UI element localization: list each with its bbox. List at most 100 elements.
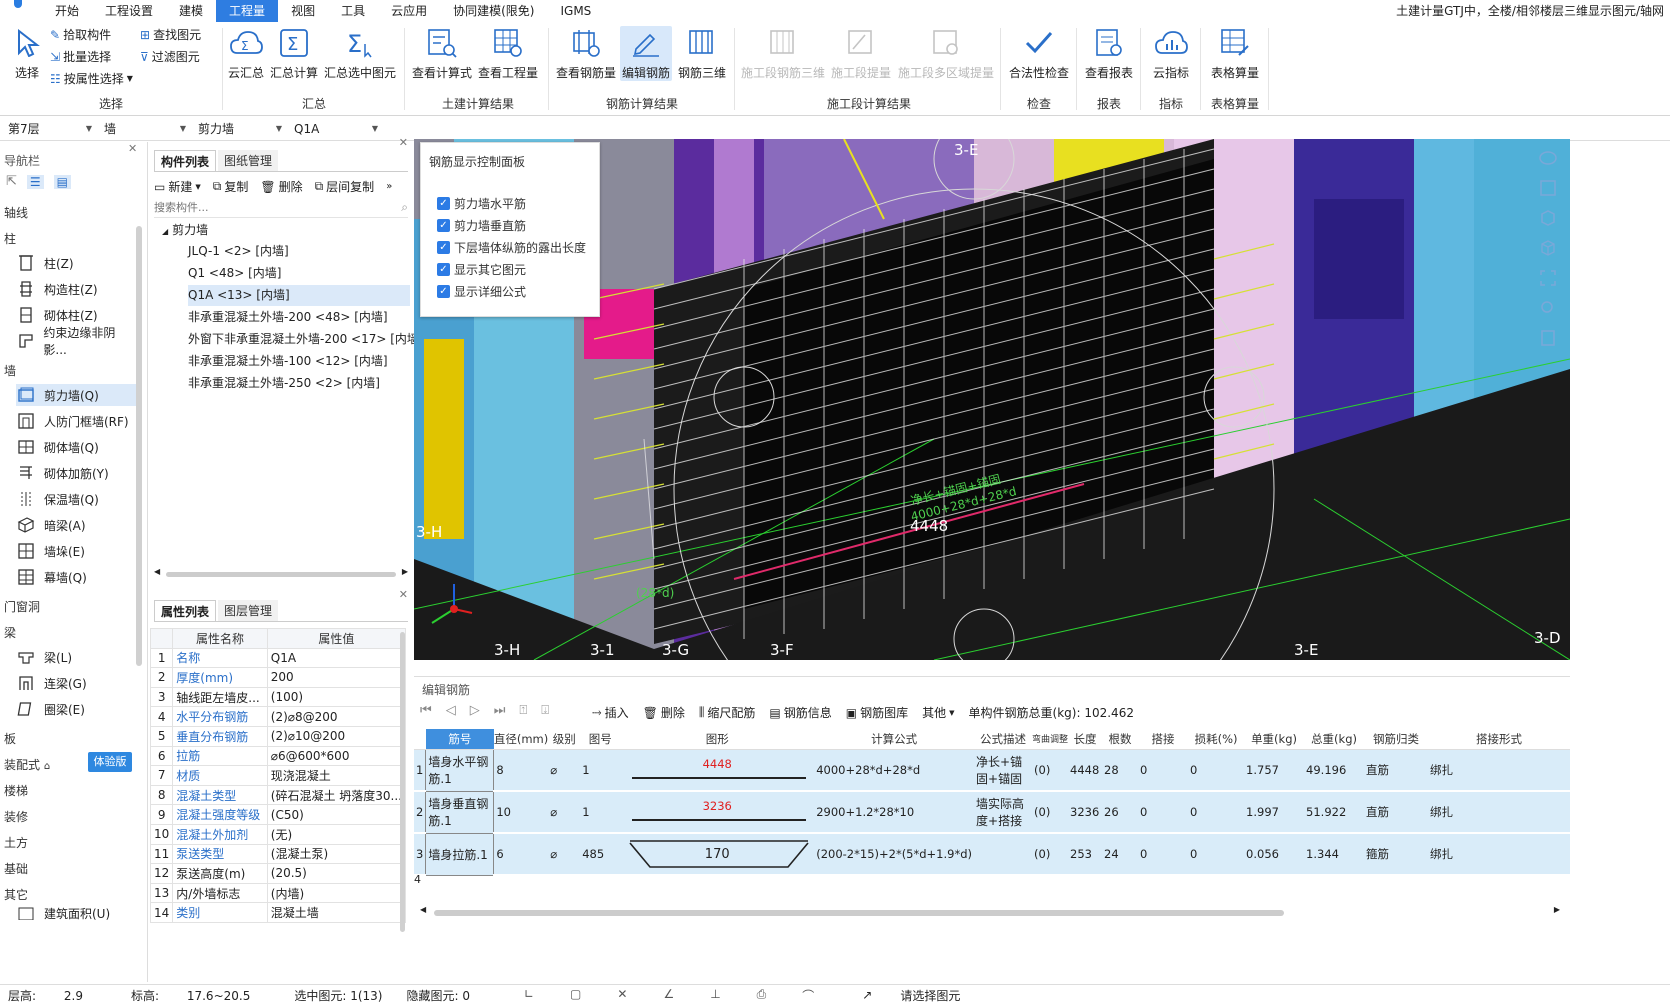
nav-item-struct-column[interactable]: 构造柱(Z) [16, 278, 136, 300]
prev-icon[interactable]: ◁ [446, 703, 456, 718]
rebar-cell-unit[interactable]: 0.056 [1244, 833, 1305, 876]
nav-item-shear-wall[interactable]: 剪力墙(Q) [16, 384, 136, 406]
rebar-cell-lap[interactable]: 0 [1138, 833, 1189, 876]
nav-item-curtain-wall[interactable]: 幕墙(Q) [16, 566, 136, 588]
nav-item-edge-column[interactable]: 约束边缘非阴影... [16, 326, 136, 357]
delete-button[interactable]: 🗑 删除 [260, 178, 302, 195]
layer-cube-icon[interactable] [1530, 238, 1566, 262]
property-row[interactable]: 11 泵送类型 (混凝土泵) [149, 843, 407, 865]
cube-icon[interactable] [1530, 208, 1566, 232]
check-show-other[interactable]: ✓ 显示其它图元 [437, 261, 526, 278]
rebar-cell-total[interactable]: 1.344 [1304, 833, 1365, 876]
property-row[interactable]: 2 厚度(mm) 200 [149, 667, 407, 688]
rebar-cell-d[interactable]: 8 [493, 749, 549, 792]
rebar-info-button[interactable]: ▤ 钢筋信息 [769, 704, 831, 721]
rebar-cell-desc[interactable]: 墙实际高度+搭接 [974, 791, 1033, 834]
stage-multi-qty-button[interactable]: 施工段多区域提量 [896, 26, 996, 81]
sum-selected-button[interactable]: Σ 汇总选中图元 [324, 26, 396, 81]
tab-component-list[interactable]: 构件列表 [154, 150, 217, 171]
arrow-right-icon[interactable]: ▶ [1554, 905, 1560, 914]
rebar-cell-desc[interactable]: 净长+锚固+锚固 [974, 749, 1033, 792]
rebar-cell-fig[interactable]: 1 [580, 791, 621, 834]
more-icon[interactable]: » [386, 181, 392, 192]
menu-project-settings[interactable]: 工程设置 [92, 0, 166, 22]
rebar-cell-lap[interactable]: 0 [1138, 791, 1189, 834]
prop-value[interactable]: 200 [266, 667, 407, 688]
prop-value[interactable]: (2)⌀8@200 [266, 706, 407, 727]
detail-view-icon[interactable]: ▤ [53, 174, 72, 189]
rebar-cell-len[interactable]: 3236 [1068, 791, 1103, 834]
rebar-cell-adj[interactable]: (0) [1032, 791, 1069, 834]
rebar-library-button[interactable]: ▣ 钢筋图库 [846, 704, 908, 721]
ortho-icon[interactable]: ∟ [524, 987, 534, 1004]
nav-cat-other[interactable]: 其它 [4, 886, 28, 903]
menu-view[interactable]: 视图 [278, 0, 328, 22]
sum-calc-button[interactable]: Σ 汇总计算 [270, 26, 318, 81]
scroll-thumb[interactable] [434, 910, 1284, 916]
prop-value[interactable]: Q1A [266, 647, 407, 669]
tree-item-selected[interactable]: Q1A <13> [内墙] [188, 285, 410, 306]
delete-rebar-button[interactable]: 🗑 删除 [643, 704, 685, 721]
checkbox-checked-icon[interactable]: ✓ [437, 197, 450, 210]
rebar-cell-total[interactable]: 49.196 [1304, 749, 1365, 792]
close-icon[interactable]: ✕ [399, 136, 408, 149]
subtype-select[interactable]: 剪力墙 ▼ [194, 119, 286, 139]
scale-rebar-button[interactable]: ⫼ 缩尺配筋 [699, 704, 756, 721]
check-show-formula[interactable]: ✓ 显示详细公式 [437, 283, 526, 300]
nav-item-beam[interactable]: 梁(L) [16, 646, 136, 668]
prop-value[interactable]: (2)⌀10@200 [266, 725, 407, 747]
nav-cat-axis[interactable]: 轴线 [4, 204, 28, 221]
notes-icon[interactable] [1530, 328, 1566, 352]
tree-item[interactable]: 非承重混凝土外墙-100 <12> [内墙] [188, 351, 388, 372]
prop-value[interactable]: (碎石混凝土 坍落度30... [266, 784, 407, 806]
menu-cloud[interactable]: 云应用 [378, 0, 440, 22]
nav-cat-prefab[interactable]: 装配式 ⌂ [4, 756, 50, 773]
rebar-cell-adj[interactable]: (0) [1032, 833, 1069, 876]
horizontal-scrollbar[interactable]: ◀ ▶ [154, 567, 408, 578]
nav-cat-column[interactable]: 柱 [4, 230, 16, 247]
menu-modeling[interactable]: 建模 [166, 0, 216, 22]
nav-item-hidden-beam[interactable]: 暗梁(A) [16, 514, 136, 536]
prop-value[interactable]: 混凝土墙 [266, 902, 407, 923]
rebar-cell-n[interactable]: 2 [414, 791, 426, 834]
checkbox-checked-icon[interactable]: ✓ [437, 241, 450, 254]
prop-value[interactable]: ⌀6@600*600 [266, 745, 407, 767]
close-icon[interactable]: ✕ [128, 142, 137, 155]
floor-copy-button[interactable]: ⧉ 层间复制 [315, 178, 375, 195]
property-row[interactable]: 1 名称 Q1A [149, 647, 407, 669]
attr-select-button[interactable]: ☷ 按属性选择 ▼ [50, 70, 133, 87]
orbit-icon[interactable] [1530, 148, 1566, 172]
angle-icon[interactable]: ∠ [663, 987, 674, 1004]
prop-value[interactable]: (混凝土泵) [266, 843, 407, 865]
nav-item-wall-pier[interactable]: 墙垛(E) [16, 540, 136, 562]
menu-igms[interactable]: IGMS [547, 0, 604, 22]
rebar-cell-desc[interactable] [974, 833, 1033, 876]
arrow-right-icon[interactable]: ▶ [402, 567, 408, 576]
property-row[interactable]: 10 混凝土外加剂 (无) [149, 823, 407, 845]
edit-rebar-button[interactable]: 编辑钢筋 [620, 26, 672, 81]
rebar-cell-loss[interactable]: 0 [1188, 749, 1245, 792]
rebar-cell-unit[interactable]: 1.997 [1244, 791, 1305, 834]
rebar-cell-cls[interactable]: 直筋 [1364, 791, 1429, 834]
nav-item-building-area[interactable]: 建筑面积(U) [16, 906, 136, 920]
view-report-button[interactable]: 查看报表 [1082, 26, 1136, 81]
nav-cat-earth[interactable]: 土方 [4, 834, 28, 851]
rebar-cell-grade[interactable]: ⌀ [548, 749, 581, 792]
fit-view-icon[interactable] [1530, 268, 1566, 292]
scroll-thumb[interactable] [166, 572, 396, 577]
tree-root[interactable]: ◢ 剪力墙 [162, 220, 208, 241]
stage-qty-button[interactable]: 施工段提量 [830, 26, 892, 81]
checkbox-checked-icon[interactable]: ✓ [437, 263, 450, 276]
tree-item[interactable]: 外窗下非承重混凝土外墙-200 <17> [内墙] [188, 329, 424, 350]
tab-property-list[interactable]: 属性列表 [154, 600, 217, 621]
nav-item-insulation-wall[interactable]: 保温墙(Q) [16, 488, 136, 510]
rebar-cell-d[interactable]: 10 [493, 791, 549, 834]
print-icon[interactable]: ⎙ [757, 987, 767, 1004]
filter-element-button[interactable]: ⊽ 过滤图元 [140, 48, 200, 65]
prop-value[interactable]: (内墙) [266, 882, 407, 904]
floor-select[interactable]: 第7层 ▼ [4, 119, 96, 139]
prop-value[interactable]: (100) [266, 686, 407, 708]
rebar-cell-cls[interactable]: 直筋 [1364, 749, 1429, 792]
insert-button[interactable]: ⤑ 插入 [592, 704, 629, 721]
rebar-3d-button[interactable]: 钢筋三维 [676, 26, 728, 81]
